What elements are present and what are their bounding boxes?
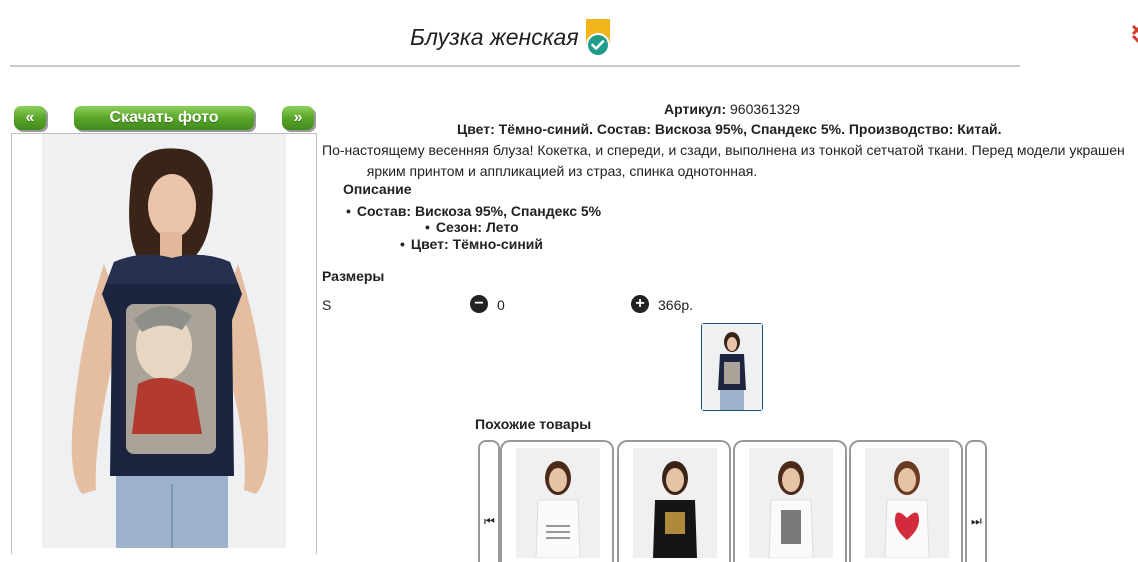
prev-photo-button[interactable]: « <box>14 106 46 130</box>
similar-product-image <box>633 448 717 558</box>
description-heading: Описание <box>343 181 412 197</box>
similar-product-card[interactable] <box>733 440 847 562</box>
similar-product-image <box>865 448 949 558</box>
model-photo-image <box>42 134 286 548</box>
similar-product-image <box>749 448 833 558</box>
composition-line: Цвет: Тёмно-синий. Состав: Вискоза 95%, … <box>457 121 1002 137</box>
product-description: По-настоящему весенняя блуза! Кокетка, и… <box>322 140 1138 182</box>
size-label: S <box>322 297 332 313</box>
description-line-1: По-настоящему весенняя блуза! Кокетка, и… <box>322 142 1125 158</box>
next-photo-button[interactable]: » <box>282 106 314 130</box>
description-line-2: ярким принтом и аппликацией из страз, сп… <box>366 163 758 179</box>
similar-product-image <box>516 448 600 558</box>
detail-item: Сезон: Лето <box>425 219 519 235</box>
price-value: 366р. <box>658 297 694 313</box>
similar-product-card[interactable] <box>849 440 963 562</box>
verified-badge-icon <box>584 19 612 59</box>
plus-circle-icon[interactable]: + <box>631 295 649 313</box>
header-divider <box>10 65 1020 67</box>
similar-prev-button[interactable]: ⏮ <box>478 440 500 562</box>
article-label: Артикул: <box>664 101 727 117</box>
photo-thumbnail[interactable] <box>701 323 763 411</box>
sizes-heading: Размеры <box>322 268 385 284</box>
similar-next-button[interactable]: ⏭ <box>965 440 987 562</box>
product-title: Блузка женская <box>410 24 579 50</box>
similar-product-card[interactable] <box>500 440 614 562</box>
skip-right-icon: ⏭ <box>971 514 982 528</box>
article-value: 960361329 <box>730 101 801 117</box>
detail-item: Цвет: Тёмно-синий <box>400 236 543 252</box>
detail-item: Состав: Вискоза 95%, Спандекс 5% <box>346 203 601 219</box>
skip-left-icon: ⏮ <box>484 514 495 528</box>
download-photo-button[interactable]: Скачать фото <box>74 106 254 130</box>
close-icon[interactable] <box>1131 22 1138 48</box>
quantity-value: 0 <box>497 297 505 313</box>
main-product-photo <box>11 133 317 554</box>
similar-heading: Похожие товары <box>475 416 592 432</box>
minus-circle-icon[interactable]: − <box>470 295 488 313</box>
similar-product-card[interactable] <box>617 440 731 562</box>
thumbnail-image <box>702 324 762 410</box>
article-line: Артикул: 960361329 <box>664 101 800 117</box>
